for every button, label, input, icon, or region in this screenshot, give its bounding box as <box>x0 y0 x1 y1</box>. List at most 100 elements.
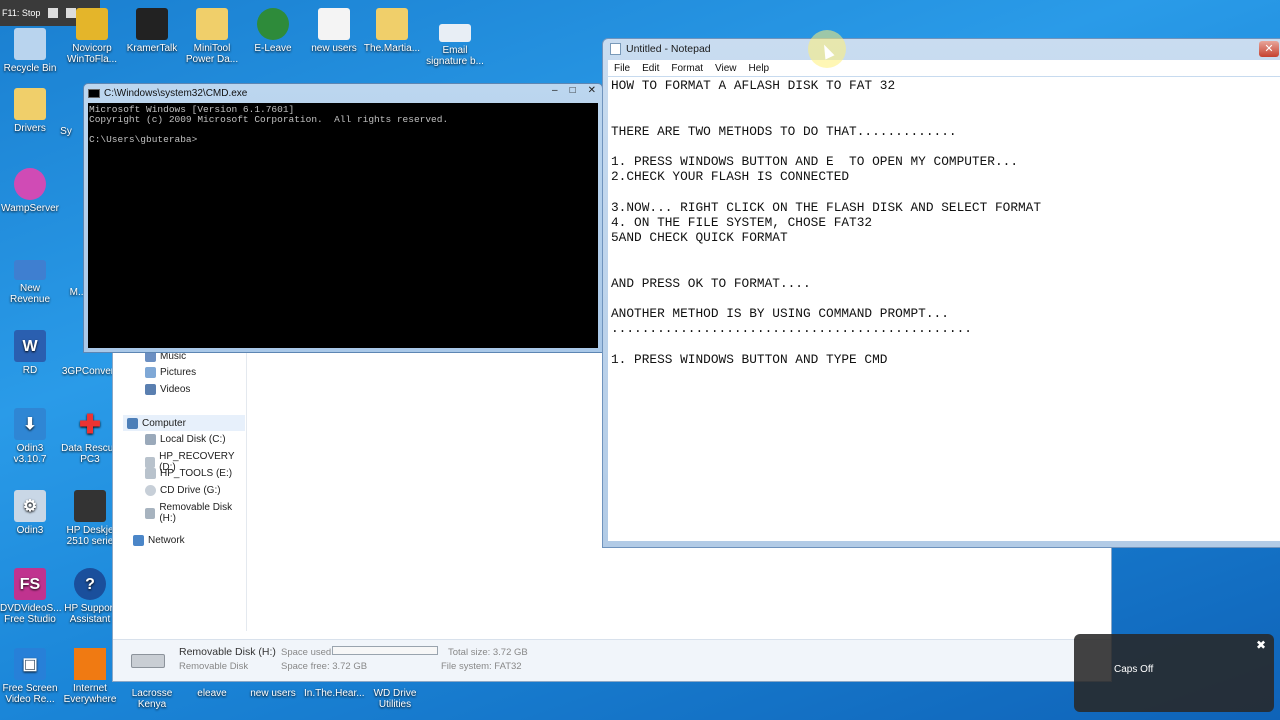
desktop-icon-free-screen[interactable]: ▣ Free Screen Video Re... <box>0 648 60 705</box>
maximize-icon[interactable]: □ <box>570 85 576 96</box>
cmd-window-controls: ‒ □ ✕ <box>552 85 596 96</box>
desktop-icon-in-the-heart[interactable]: In.The.Hear... <box>304 688 365 699</box>
desktop-icon-label: new users <box>311 43 357 54</box>
desktop-icon-label: 3GPConver <box>61 366 115 377</box>
nav-item-label: Local Disk (C:) <box>160 434 226 445</box>
nav-item-network[interactable]: Network <box>133 535 185 546</box>
download-icon: ⬇ <box>14 408 46 440</box>
stop-recording-label[interactable]: F11: Stop <box>2 8 40 18</box>
network-icon <box>133 535 144 546</box>
nav-item-label: Videos <box>160 384 191 395</box>
folder-icon <box>376 8 408 40</box>
nav-item-removable-disk[interactable]: Removable Disk (H:) <box>145 502 246 524</box>
recycle-bin-icon <box>14 28 46 60</box>
nav-item-computer[interactable]: Computer <box>123 415 245 431</box>
notepad-title-bar[interactable]: Untitled - Notepad <box>603 39 1280 59</box>
close-icon[interactable]: ✕ <box>588 85 596 96</box>
cmd-title-bar[interactable]: C:\Windows\system32\CMD.exe <box>84 84 602 102</box>
desktop-icon-label: HP Deskje 2510 serie <box>66 525 114 547</box>
desktop-icon-new-users[interactable]: new users <box>304 8 364 54</box>
nav-item-label: Computer <box>142 417 186 429</box>
nav-item-label: Network <box>148 535 185 546</box>
desktop-icon-lacrosse[interactable]: Lacrosse Kenya <box>122 688 182 710</box>
menu-edit[interactable]: Edit <box>642 63 659 74</box>
desktop-icon-new-users-bottom[interactable]: new users <box>243 688 303 699</box>
cd-icon <box>145 485 156 496</box>
desktop-icon-novicorp[interactable]: Novicorp WinToFla... <box>62 8 122 65</box>
nav-item-hp-tools[interactable]: HP_TOOLS (E:) <box>145 468 232 479</box>
caps-lock-message: Caps Off <box>1114 664 1154 675</box>
notepad-text-area[interactable]: HOW TO FORMAT A AFLASH DISK TO FAT 32 TH… <box>608 77 1280 541</box>
console-icon <box>88 88 100 98</box>
desktop-icon-odin3v[interactable]: ⬇ Odin3 v3.10.7 <box>0 408 60 465</box>
desktop-icon-hp-deskjet[interactable]: HP Deskje 2510 serie <box>60 490 120 547</box>
desktop-icon-label: WampServer <box>1 203 59 214</box>
desktop-icon-kramertalk[interactable]: KramerTalk <box>122 8 182 54</box>
desktop-icon-label: E-Leave <box>254 43 292 54</box>
desktop-icon-data-rescue[interactable]: ✚ Data Rescue PC3 <box>60 408 120 466</box>
notepad-title: Untitled - Notepad <box>626 43 711 55</box>
cmd-console-output[interactable]: Microsoft Windows [Version 6.1.7601] Cop… <box>88 103 598 348</box>
nav-item-label: CD Drive (G:) <box>160 485 221 496</box>
gear-icon: ⚙ <box>14 490 46 522</box>
pause-icon[interactable] <box>48 8 59 18</box>
cmd-window[interactable]: C:\Windows\system32\CMD.exe ‒ □ ✕ Micros… <box>83 83 603 353</box>
desktop-icon-internet-everywhere[interactable]: Internet Everywhere <box>60 648 120 705</box>
desktop-icon-label: Novicorp WinToFla... <box>66 43 117 65</box>
menu-help[interactable]: Help <box>749 63 770 74</box>
desktop-icon-label: The.Martia... <box>363 43 421 54</box>
desktop-icon-wampserver[interactable]: WampServer <box>0 168 60 214</box>
desktop-icon-email-signature[interactable]: Email signature b... <box>425 24 485 67</box>
desktop-icon-wd-drive[interactable]: WD Drive Utilities <box>365 688 425 710</box>
desktop-icon-dvdvideosoft[interactable]: FS DVDVideoS... Free Studio <box>0 568 62 625</box>
nav-item-cd-drive[interactable]: CD Drive (G:) <box>145 485 221 496</box>
notepad-menu-bar: File Edit Format View Help <box>608 60 1280 76</box>
desktop-icon-3gpconver[interactable]: 3GPConver <box>58 366 118 377</box>
menu-file[interactable]: File <box>614 63 630 74</box>
close-icon[interactable]: ✖ <box>1256 638 1266 652</box>
screen-recorder-icon: ▣ <box>14 648 46 680</box>
desktop-icon-rd[interactable]: W RD <box>0 330 60 376</box>
menu-view[interactable]: View <box>715 63 737 74</box>
desktop-icon-odin3[interactable]: ⚙ Odin3 <box>0 490 60 536</box>
desktop-icon-label: new users <box>250 688 296 699</box>
desktop-icon-label: Free Screen Video Re... <box>2 683 58 705</box>
nav-item-videos[interactable]: Videos <box>145 384 190 395</box>
total-size: Total size: 3.72 GB <box>448 647 528 658</box>
cmd-title: C:\Windows\system32\CMD.exe <box>104 87 248 99</box>
desktop-icon-label: Internet Everywhere <box>63 683 117 705</box>
nav-item-label: Pictures <box>160 367 197 378</box>
nav-item-label: HP_TOOLS (E:) <box>160 468 233 479</box>
kramertalk-icon <box>136 8 168 40</box>
wampserver-icon <box>14 168 46 200</box>
nav-item-local-disk[interactable]: Local Disk (C:) <box>145 434 226 445</box>
menu-format[interactable]: Format <box>671 63 703 74</box>
dvdvideosoft-icon: FS <box>14 568 46 600</box>
desktop-icon-minitool[interactable]: MiniTool Power Da... <box>182 8 242 65</box>
space-used-label: Space used: <box>281 647 334 658</box>
minimize-icon[interactable]: ‒ <box>552 85 558 96</box>
word-document-icon: W <box>14 330 46 362</box>
desktop-icon-label: In.The.Hear... <box>304 688 365 699</box>
details-status-bar: Removable Disk (H:) Removable Disk Space… <box>113 639 1111 681</box>
desktop-icon-label: Data Rescue PC3 <box>61 443 119 465</box>
close-icon[interactable]: ✕ <box>1259 41 1279 57</box>
computer-icon <box>127 417 138 429</box>
desktop-icon-martian[interactable]: The.Martia... <box>362 8 422 54</box>
notepad-window[interactable]: Untitled - Notepad ✕ File Edit Format Vi… <box>602 38 1280 548</box>
desktop-icon-label: Recycle Bin <box>3 63 57 74</box>
desktop-icon-hp-support[interactable]: ? HP Support Assistant <box>60 568 120 625</box>
desktop-icon-eleave[interactable]: E-Leave <box>243 8 303 54</box>
nav-item-pictures[interactable]: Pictures <box>145 367 196 378</box>
desktop-icon-label: Odin3 <box>16 525 44 536</box>
drive-icon <box>145 468 156 479</box>
printer-icon <box>74 490 106 522</box>
desktop-icon-sy[interactable]: Sy <box>48 126 84 137</box>
drive-icon <box>145 456 156 468</box>
usb-drive-icon <box>131 654 165 668</box>
desktop-icon-label: HP Support Assistant <box>64 603 116 625</box>
usb-drive-icon <box>145 507 156 519</box>
desktop-icon-new-revenue[interactable]: New Revenue <box>0 260 60 305</box>
desktop-icon-recycle-bin[interactable]: Recycle Bin <box>0 28 60 74</box>
desktop-icon-eleave-bottom[interactable]: eleave <box>182 688 242 699</box>
